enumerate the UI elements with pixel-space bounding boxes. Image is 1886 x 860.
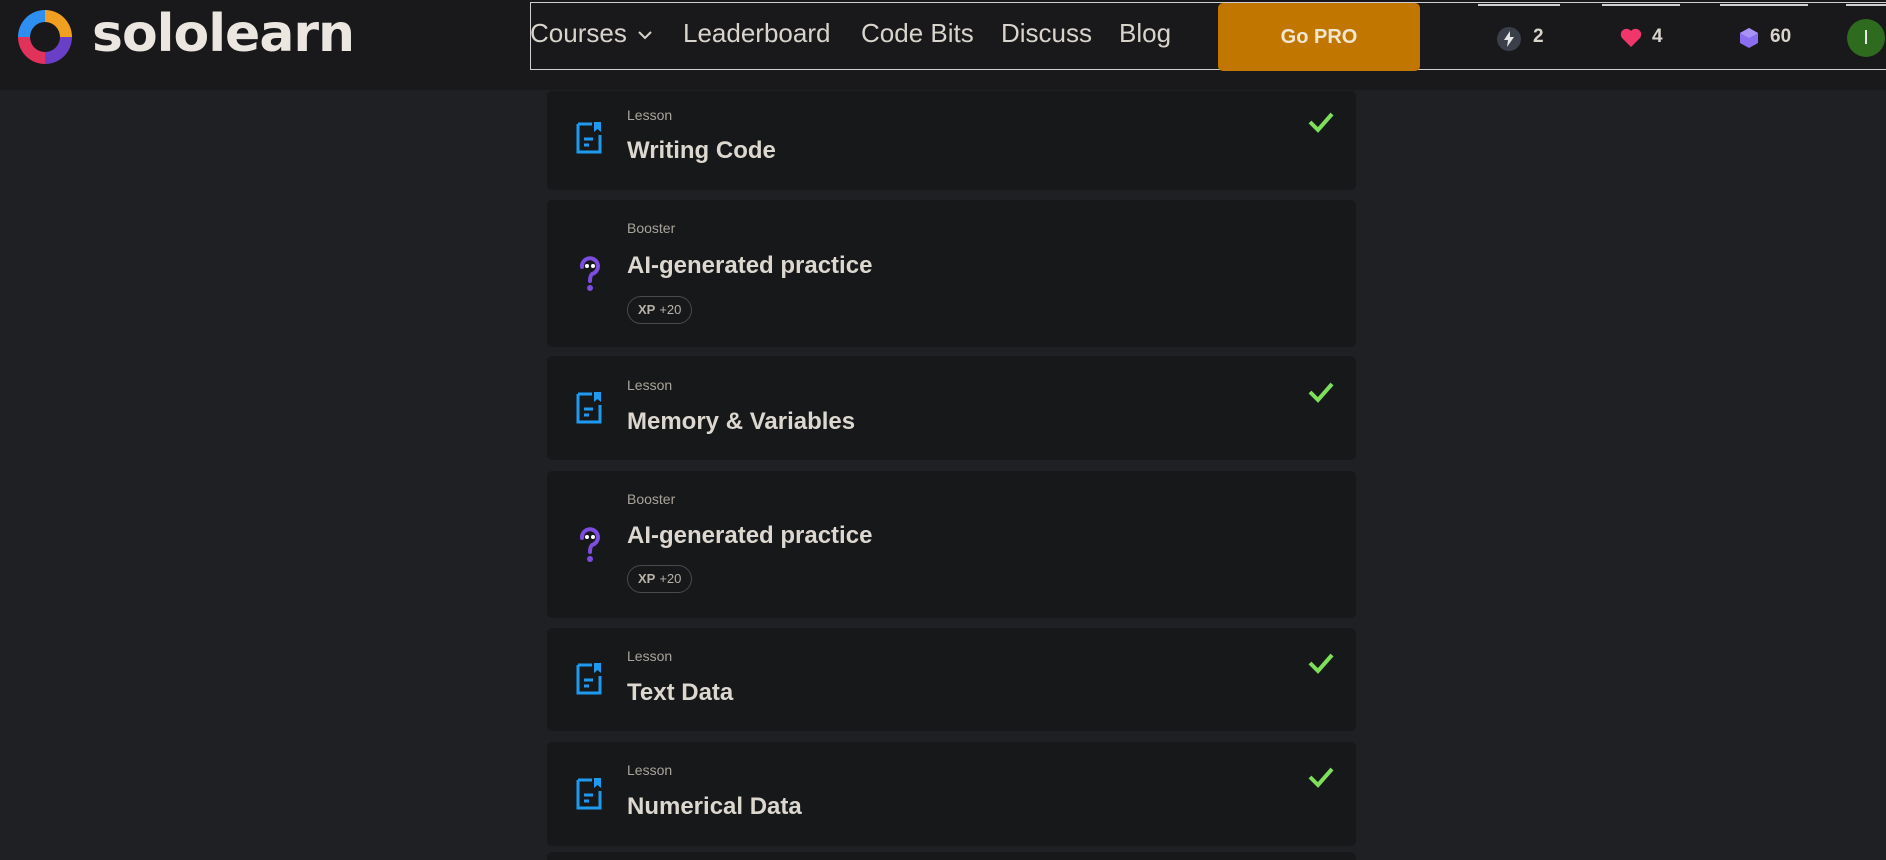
lesson-card[interactable]: Lesson Writing Code <box>547 91 1356 190</box>
nav-blog[interactable]: Blog <box>1119 18 1171 49</box>
lesson-card[interactable]: Lesson Memory & Variables <box>547 356 1356 460</box>
xp-label: XP <box>638 571 656 586</box>
nav-leaderboard[interactable]: Leaderboard <box>683 18 830 49</box>
lesson-icon <box>576 778 602 810</box>
xp-value: +20 <box>659 302 682 317</box>
booster-card[interactable]: Booster AI-generated practice XP +20 <box>547 471 1356 618</box>
nav-courses[interactable]: Courses <box>530 18 653 49</box>
streak-counter[interactable]: 2 <box>1478 0 1560 70</box>
lesson-card-partial <box>547 852 1356 860</box>
lesson-title: Memory & Variables <box>627 408 856 435</box>
lesson-card[interactable]: Lesson Numerical Data <box>547 742 1356 846</box>
lesson-icon <box>576 663 602 695</box>
xp-value: +20 <box>659 571 682 586</box>
hearts-count: 4 <box>1652 26 1663 47</box>
checkmark-icon <box>1308 112 1334 133</box>
gems-count: 60 <box>1770 26 1792 47</box>
stat-divider <box>1846 4 1886 6</box>
stat-divider <box>1602 4 1680 6</box>
lesson-title: Writing Code <box>627 137 776 164</box>
xp-badge: XP +20 <box>627 565 693 593</box>
gems-counter[interactable]: 60 <box>1720 0 1808 70</box>
sololearn-logo[interactable] <box>14 6 76 68</box>
top-header: sololearn Courses Leaderboard Code Bits … <box>0 0 1886 90</box>
checkmark-icon <box>1308 767 1334 788</box>
brand-name[interactable]: sololearn <box>92 4 355 64</box>
user-avatar[interactable]: I <box>1847 19 1885 57</box>
xp-label: XP <box>638 302 656 317</box>
lesson-type: Booster <box>627 491 676 507</box>
lesson-type: Booster <box>627 220 676 236</box>
lesson-type: Lesson <box>627 377 673 393</box>
lesson-title: Numerical Data <box>627 793 802 820</box>
checkmark-icon <box>1308 382 1334 403</box>
stat-divider <box>1478 4 1560 6</box>
question-mark-icon <box>579 256 600 291</box>
gem-icon <box>1740 28 1758 48</box>
lightning-icon <box>1497 27 1521 51</box>
nav-discuss[interactable]: Discuss <box>1001 18 1092 49</box>
lesson-icon <box>576 392 602 424</box>
go-pro-button[interactable]: Go PRO <box>1218 3 1420 71</box>
booster-card[interactable]: Booster AI-generated practice XP +20 <box>547 200 1356 347</box>
lesson-type: Lesson <box>627 648 673 664</box>
heart-icon <box>1620 28 1642 47</box>
lesson-title: AI-generated practice <box>627 522 873 549</box>
nav-courses-label: Courses <box>530 18 627 48</box>
lesson-title: AI-generated practice <box>627 252 873 279</box>
lesson-type: Lesson <box>627 107 673 123</box>
checkmark-icon <box>1308 653 1334 674</box>
lesson-card[interactable]: Lesson Text Data <box>547 628 1356 731</box>
stat-divider <box>1720 4 1808 6</box>
hearts-counter[interactable]: 4 <box>1602 0 1680 70</box>
lesson-title: Text Data <box>627 679 734 706</box>
nav-code-bits[interactable]: Code Bits <box>861 18 974 49</box>
chevron-down-icon <box>638 31 652 40</box>
lesson-type: Lesson <box>627 762 673 778</box>
streak-count: 2 <box>1533 26 1544 47</box>
question-mark-icon <box>579 527 600 562</box>
lesson-icon <box>576 122 602 154</box>
xp-badge: XP +20 <box>627 296 693 324</box>
